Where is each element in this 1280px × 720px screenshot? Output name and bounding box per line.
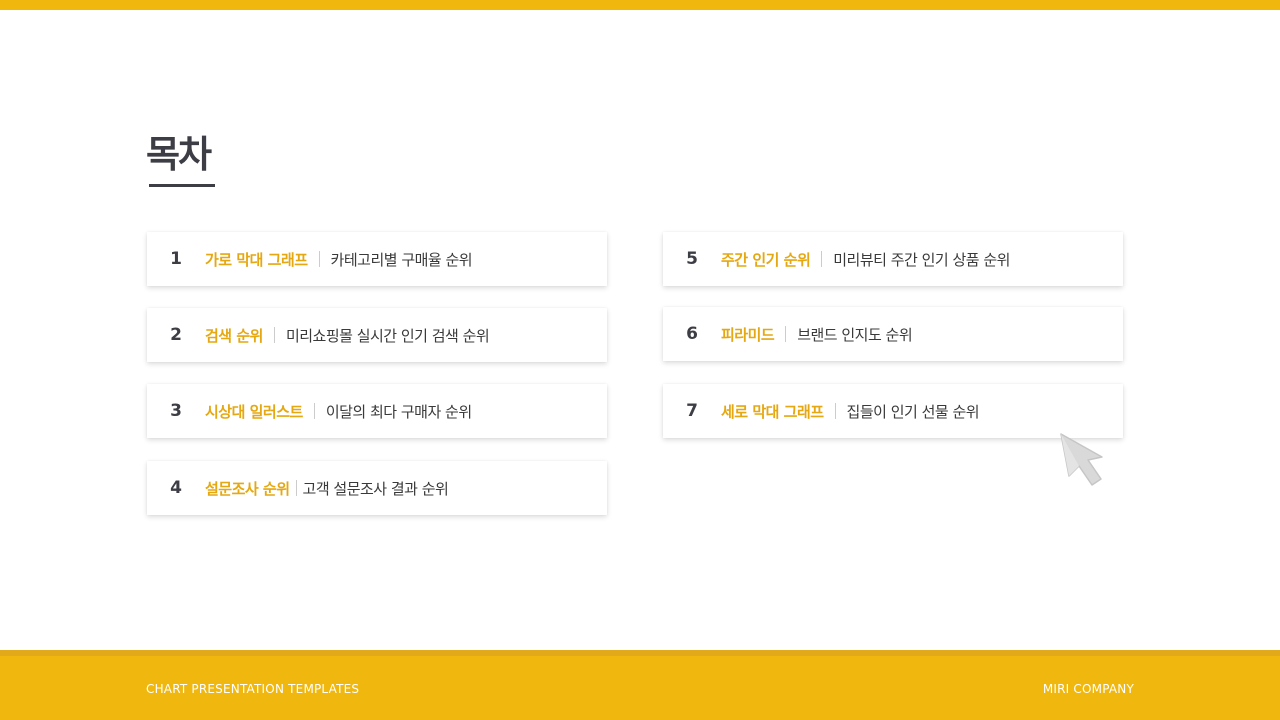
toc-item-separator: [834, 403, 836, 419]
toc-item-4[interactable]: 4 설문조사 순위 고객 설문조사 결과 순위: [147, 461, 607, 515]
toc-item-number: 7: [686, 401, 698, 421]
toc-item-separator: [273, 327, 275, 343]
toc-item-description: 미리뷰티 주간 인기 상품 순위: [833, 250, 1010, 269]
toc-item-title: 가로 막대 그래프: [205, 250, 308, 269]
toc-item-description: 브랜드 인지도 순위: [797, 325, 913, 344]
toc-item-description: 집들이 인기 선물 순위: [846, 402, 980, 421]
toc-item-number: 2: [170, 325, 182, 345]
toc-item-title: 검색 순위: [205, 326, 263, 345]
toc-item-6[interactable]: 6 피라미드 브랜드 인지도 순위: [663, 307, 1123, 361]
toc-item-description: 카테고리별 구매율 순위: [330, 250, 473, 269]
toc-item-3[interactable]: 3 시상대 일러스트 이달의 최다 구매자 순위: [147, 384, 607, 438]
title-underline: [149, 184, 215, 187]
toc-item-title: 설문조사 순위: [205, 479, 290, 498]
toc-item-description: 미리쇼핑몰 실시간 인기 검색 순위: [285, 326, 490, 345]
toc-item-separator: [821, 251, 823, 267]
toc-item-title: 주간 인기 순위: [721, 250, 811, 269]
footer-company-label: MIRI COMPANY: [1042, 682, 1134, 696]
toc-item-number: 6: [686, 324, 698, 344]
top-accent-bar: [0, 0, 1280, 10]
toc-item-title: 피라미드: [721, 325, 775, 344]
toc-item-number: 4: [170, 478, 182, 498]
toc-item-number: 3: [170, 401, 182, 421]
toc-item-description: 고객 설문조사 결과 순위: [302, 479, 449, 498]
toc-item-separator: [785, 326, 787, 342]
toc-item-separator: [313, 403, 315, 419]
toc-item-description: 이달의 최다 구매자 순위: [325, 402, 472, 421]
toc-item-title: 시상대 일러스트: [205, 402, 303, 421]
page-title: 목차: [146, 133, 212, 176]
toc-item-7[interactable]: 7 세로 막대 그래프 집들이 인기 선물 순위: [663, 384, 1123, 438]
toc-item-5[interactable]: 5 주간 인기 순위 미리뷰티 주간 인기 상품 순위: [663, 232, 1123, 286]
toc-item-number: 1: [170, 249, 182, 269]
toc-item-separator: [318, 251, 320, 267]
footer-template-label: CHART PRESENTATION TEMPLATES: [146, 682, 360, 696]
mouse-pointer-icon: [1060, 433, 1103, 486]
toc-item-2[interactable]: 2 검색 순위 미리쇼핑몰 실시간 인기 검색 순위: [147, 308, 607, 362]
toc-item-separator: [295, 480, 297, 496]
toc-item-title: 세로 막대 그래프: [721, 402, 824, 421]
toc-item-1[interactable]: 1 가로 막대 그래프 카테고리별 구매율 순위: [147, 232, 607, 286]
toc-item-number: 5: [686, 249, 698, 269]
